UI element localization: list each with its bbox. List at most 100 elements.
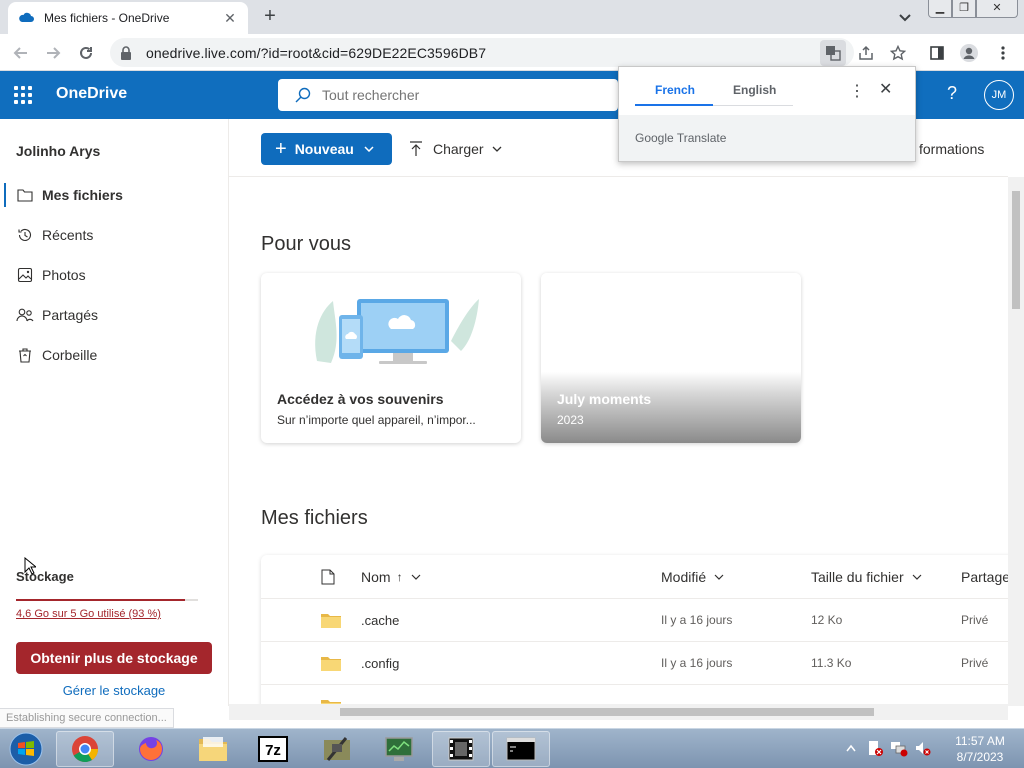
scrollbar-thumb[interactable] [1012, 191, 1020, 309]
window-minimize-button[interactable]: ▁ [928, 0, 952, 18]
windows-taskbar: 7z 11:57 AM 8/7/2023 [0, 728, 1024, 768]
clock-time: 11:57 AM [955, 734, 1005, 748]
file-name[interactable]: .config [361, 656, 399, 671]
nav-item-photos[interactable]: Photos [0, 257, 229, 293]
for-you-heading: Pour vous [261, 233, 352, 255]
card-subtitle: Sur n’importe quel appareil, n’impor... [277, 413, 476, 427]
terminal-icon [506, 737, 536, 761]
column-name-label: Nom [361, 569, 391, 585]
july-moments-card[interactable]: July moments 2023 [541, 273, 801, 443]
horizontal-scrollbar[interactable] [229, 704, 1008, 720]
column-header-size[interactable]: Taille du fichier [811, 569, 922, 585]
action-center-icon[interactable] [866, 739, 884, 757]
vertical-scrollbar[interactable] [1008, 177, 1024, 706]
nav-item-shared[interactable]: Partagés [0, 297, 229, 333]
source-language-tab[interactable]: French [655, 83, 695, 97]
nav-label: Corbeille [42, 347, 98, 363]
storage-usage-link[interactable]: 4,6 Go sur 5 Go utilisé (93 %) [16, 608, 161, 620]
taskbar-clock[interactable]: 11:57 AM 8/7/2023 [942, 733, 1018, 765]
account-avatar[interactable]: JM [984, 80, 1014, 110]
taskbar-7zip[interactable]: 7z [244, 731, 302, 767]
nav-item-recent[interactable]: Récents [0, 217, 229, 253]
nav-item-recycle-bin[interactable]: Corbeille [0, 337, 229, 373]
taskbar-firefox[interactable] [122, 731, 180, 767]
translate-icon [826, 46, 841, 61]
folder-icon [321, 657, 341, 671]
help-button[interactable]: ? [940, 83, 964, 104]
folder-icon [321, 614, 341, 628]
window-restore-button[interactable]: ❐ [952, 0, 976, 18]
bookmark-button[interactable] [885, 40, 911, 66]
photo-icon [16, 266, 34, 284]
taskbar-chrome[interactable] [56, 731, 114, 767]
window-close-button[interactable]: ✕ [976, 0, 1018, 18]
app-launcher-icon[interactable] [14, 86, 32, 104]
column-header-name[interactable]: Nom ↑ [361, 569, 421, 585]
taskbar-app-tool[interactable] [308, 731, 366, 767]
taskbar-media-player[interactable] [432, 731, 490, 767]
upload-button[interactable]: Charger [409, 133, 502, 165]
folder-icon [16, 186, 34, 204]
side-panel-icon [930, 46, 944, 60]
back-button[interactable] [8, 40, 34, 66]
nav-label: Photos [42, 267, 86, 283]
search-input[interactable] [322, 87, 602, 103]
show-hidden-icons-icon[interactable] [846, 744, 856, 752]
tab-search-chevron-icon[interactable] [896, 8, 914, 26]
translate-options-icon[interactable]: ⋮ [849, 81, 865, 101]
left-nav: Jolinho Arys Mes fichiers Récents Photos… [0, 119, 229, 706]
browser-menu-button[interactable] [990, 40, 1016, 66]
address-bar[interactable]: onedrive.live.com/?id=root&cid=629DE22EC… [110, 38, 854, 67]
tab-title: Mes fichiers - OneDrive [44, 11, 170, 25]
taskbar-explorer[interactable] [184, 731, 242, 767]
browser-status-bubble: Establishing secure connection... [0, 708, 174, 728]
reload-button[interactable] [73, 40, 99, 66]
column-size-label: Taille du fichier [811, 569, 904, 585]
file-list-header: Nom ↑ Modifié Taille du fichier Partage [261, 555, 1008, 599]
taskbar-task-manager[interactable] [370, 731, 428, 767]
forward-button[interactable] [40, 40, 66, 66]
share-icon [859, 45, 873, 60]
new-tab-button[interactable]: + [258, 4, 282, 28]
nav-item-my-files[interactable]: Mes fichiers [0, 177, 229, 213]
table-row[interactable] [261, 685, 1008, 706]
column-header-sharing[interactable]: Partage [961, 569, 1008, 585]
search-box[interactable] [278, 79, 618, 111]
manage-storage-link[interactable]: Gérer le stockage [16, 683, 212, 698]
side-panel-button[interactable] [924, 40, 950, 66]
translate-page-button[interactable] [820, 40, 846, 66]
profile-button[interactable] [956, 40, 982, 66]
table-row[interactable]: .config Il y a 16 jours 11.3 Ko Privé [261, 642, 1008, 685]
url-text: onedrive.live.com/?id=root&cid=629DE22EC… [146, 44, 487, 61]
chevron-down-icon [364, 146, 374, 152]
my-files-heading: Mes fichiers [261, 507, 368, 529]
file-size: 11.3 Ko [811, 656, 852, 670]
people-icon [16, 306, 34, 324]
get-more-storage-button[interactable]: Obtenir plus de stockage [16, 642, 212, 674]
start-button[interactable] [4, 731, 48, 767]
column-header-modified[interactable]: Modifié [661, 569, 724, 585]
share-button[interactable] [853, 40, 879, 66]
close-icon[interactable]: ✕ [879, 79, 892, 99]
file-type-icon[interactable] [321, 569, 335, 585]
star-icon [890, 45, 906, 61]
back-arrow-icon [13, 47, 27, 59]
volume-muted-icon[interactable] [914, 739, 932, 757]
windows-logo-icon [9, 732, 43, 766]
file-name[interactable]: .cache [361, 613, 399, 628]
browser-tab[interactable]: Mes fichiers - OneDrive ✕ [8, 2, 248, 34]
memories-card[interactable]: Accédez à vos souvenirs Sur n’importe qu… [261, 273, 521, 443]
network-icon[interactable] [890, 739, 908, 757]
target-language-tab[interactable]: English [733, 83, 776, 97]
new-button[interactable]: + Nouveau [261, 133, 392, 165]
tab-close-icon[interactable]: ✕ [222, 10, 238, 27]
lock-icon [121, 45, 131, 60]
details-pane-button[interactable]: formations [919, 141, 984, 157]
table-row[interactable]: .cache Il y a 16 jours 12 Ko Privé [261, 599, 1008, 642]
scrollbar-thumb[interactable] [340, 708, 874, 716]
archive-tool-icon [324, 737, 350, 761]
taskbar-command-prompt[interactable] [492, 731, 550, 767]
clock-date: 8/7/2023 [956, 750, 1004, 764]
onedrive-brand[interactable]: OneDrive [56, 85, 127, 103]
column-sharing-label: Partage [961, 569, 1008, 585]
